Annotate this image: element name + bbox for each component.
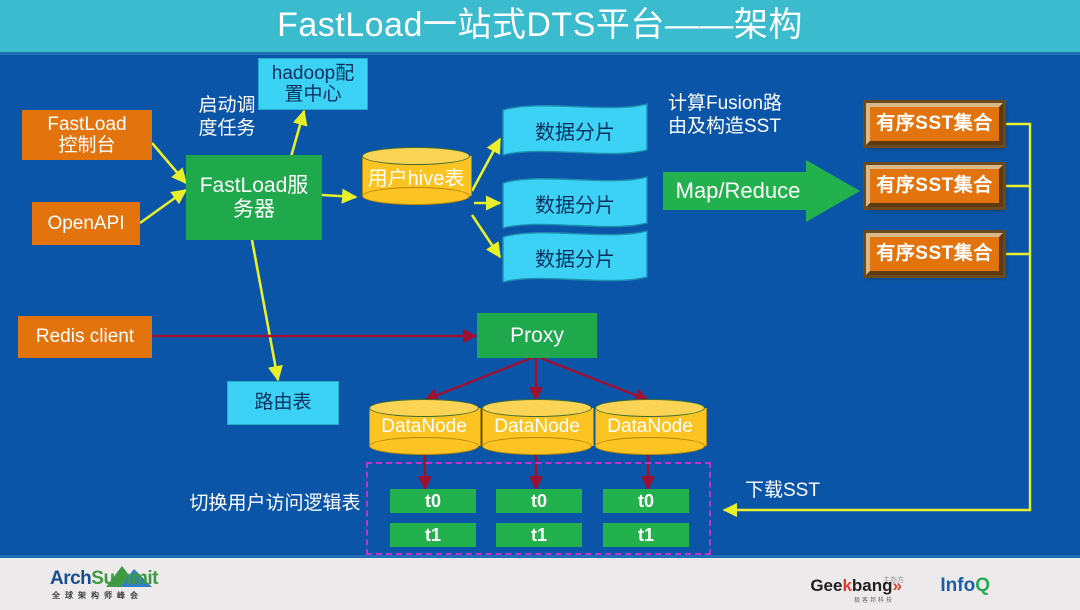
- openapi-node[interactable]: OpenAPI: [32, 202, 140, 245]
- table-label: t1: [637, 524, 654, 545]
- openapi-label: OpenAPI: [47, 212, 125, 234]
- hive-table-label: 用户hive表: [367, 167, 465, 190]
- geekbang-subtitle: 极客邦科技: [853, 598, 894, 604]
- table-label: t1: [424, 524, 441, 545]
- table-t0-3[interactable]: t0: [603, 489, 689, 513]
- hive-table-cylinder[interactable]: 用户hive表: [362, 147, 472, 205]
- infoq-q-text: Q: [975, 575, 990, 596]
- architecture-diagram: FastLoad 控制台 OpenAPI FastLoad服 务器 hadoop…: [0, 55, 1080, 555]
- footer-bar: ArchSummit 全球架构师峰会 主办方 Geekbang» 极客邦科技 I…: [0, 555, 1080, 610]
- table-t1-2[interactable]: t1: [496, 523, 582, 547]
- info-text: Info: [940, 575, 976, 596]
- table-t1-1[interactable]: t1: [390, 523, 476, 547]
- data-shard-label: 数据分片: [535, 194, 615, 217]
- sst-set-label: 有序SST集合: [876, 243, 993, 265]
- proxy-node[interactable]: Proxy: [477, 313, 597, 358]
- sst-set-label: 有序SST集合: [876, 175, 993, 197]
- datanode-2[interactable]: DataNode: [482, 399, 594, 455]
- mapreduce-label: Map/Reduce: [675, 178, 801, 203]
- switch-logical-table-label: 切换用户访问逻辑表: [189, 493, 361, 514]
- bang-text: bang: [851, 576, 893, 595]
- start-schedule-task-label: 启动调 度任务: [198, 95, 256, 139]
- table-t1-3[interactable]: t1: [603, 523, 689, 547]
- data-shard-1[interactable]: 数据分片: [501, 102, 649, 158]
- summit-word: Summit: [91, 568, 158, 589]
- download-sst-label: 下载SST: [745, 480, 820, 501]
- geekbang-logo: Geekbang»: [810, 576, 902, 596]
- route-table-node[interactable]: 路由表: [227, 381, 339, 425]
- sst-set-1[interactable]: 有序SST集合: [866, 103, 1003, 145]
- redis-client-label: Redis client: [35, 326, 135, 348]
- sst-set-2[interactable]: 有序SST集合: [866, 165, 1003, 207]
- table-label: t0: [424, 490, 441, 511]
- table-label: t1: [530, 524, 547, 545]
- archsummit-wordmark: ArchSummit: [50, 568, 158, 590]
- chevron-icon: »: [892, 576, 902, 595]
- archsummit-subtitle: 全球架构师峰会: [52, 591, 143, 600]
- compute-fusion-label: 计算Fusion路 由及构造SST: [668, 93, 783, 137]
- page-title: FastLoad一站式DTS平台——架构: [277, 6, 803, 44]
- archsummit-logo: ArchSummit 全球架构师峰会: [28, 566, 208, 604]
- datanode-label: DataNode: [494, 416, 580, 437]
- infoq-logo: InfoQ: [940, 575, 990, 597]
- datanode-label: DataNode: [607, 416, 693, 437]
- data-shard-label: 数据分片: [535, 248, 615, 271]
- table-t0-1[interactable]: t0: [390, 489, 476, 513]
- fastload-server-label: FastLoad服 务器: [199, 173, 309, 221]
- proxy-label: Proxy: [510, 323, 564, 347]
- geek-k-text: k: [842, 576, 852, 595]
- data-shard-label: 数据分片: [535, 121, 615, 144]
- hadoop-config-label: hadoop配 置中心: [271, 62, 355, 105]
- table-label: t0: [530, 490, 547, 511]
- redis-client-node[interactable]: Redis client: [18, 316, 152, 358]
- fastload-console-node[interactable]: FastLoad 控制台: [22, 110, 152, 160]
- datanode-3[interactable]: DataNode: [595, 399, 707, 455]
- mapreduce-arrow[interactable]: Map/Reduce: [663, 160, 860, 222]
- slide-root: FastLoad一站式DTS平台——架构 FastLoad 控制台 OpenAP…: [0, 0, 1080, 610]
- table-label: t0: [637, 490, 654, 511]
- data-shard-2[interactable]: 数据分片: [501, 175, 649, 231]
- sst-set-3[interactable]: 有序SST集合: [866, 233, 1003, 275]
- datanode-1[interactable]: DataNode: [369, 399, 481, 455]
- arch-word: Arch: [50, 568, 92, 589]
- fastload-server-node[interactable]: FastLoad服 务器: [186, 155, 322, 240]
- data-shard-3[interactable]: 数据分片: [501, 229, 649, 285]
- fastload-console-label: FastLoad 控制台: [47, 113, 127, 156]
- datanode-label: DataNode: [381, 416, 467, 437]
- geek-text: Gee: [810, 576, 843, 595]
- route-table-label: 路由表: [254, 392, 312, 414]
- sst-set-label: 有序SST集合: [876, 113, 993, 135]
- table-t0-2[interactable]: t0: [496, 489, 582, 513]
